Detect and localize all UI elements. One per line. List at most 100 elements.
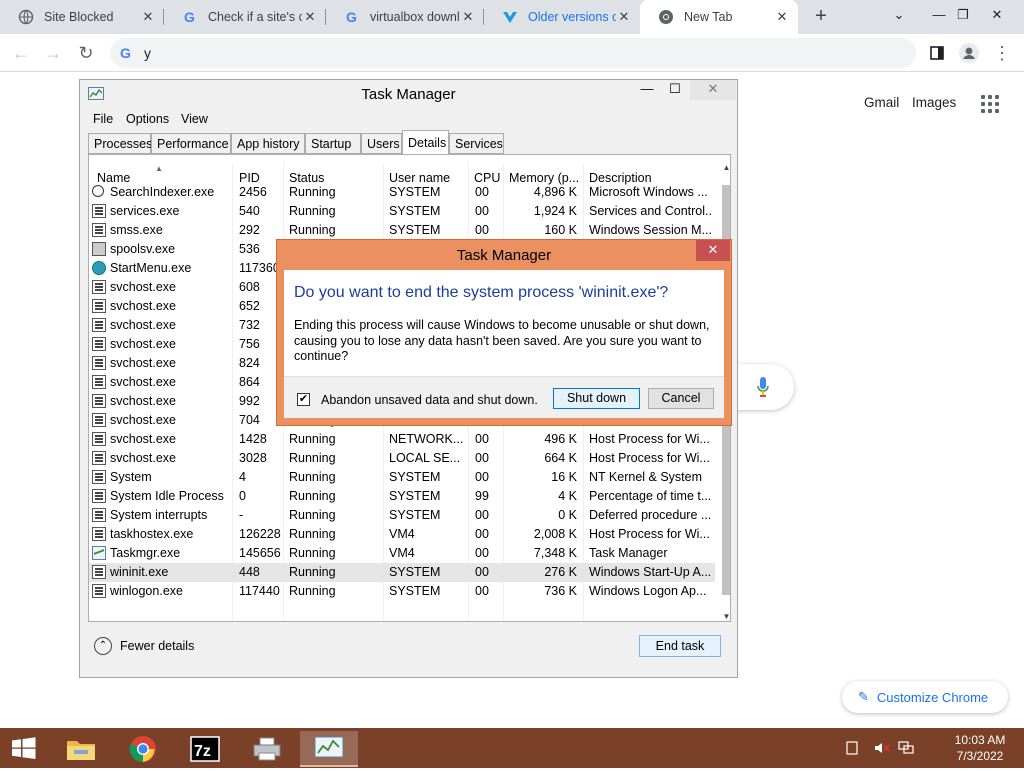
cell-name: svchost.exe — [110, 318, 177, 332]
close-icon[interactable]: ✕ — [696, 240, 730, 261]
system-clock[interactable]: 10:03 AM 7/3/2022 — [950, 732, 1010, 764]
tab-services[interactable]: Services — [449, 133, 504, 154]
cell-status: Running — [289, 451, 336, 465]
minimize-icon[interactable]: — — [635, 80, 659, 100]
address-bar[interactable]: G — [110, 38, 916, 68]
table-row[interactable]: smss.exe 292 Running SYSTEM 00 160 K Windows S… — [89, 221, 715, 240]
cell-mem: 4 K — [558, 489, 577, 503]
close-tab-icon[interactable]: ✕ — [302, 9, 318, 25]
browser-tab[interactable]: Site Blocked ✕ — [0, 0, 164, 34]
close-tab-icon[interactable]: ✕ — [140, 9, 156, 25]
fewer-details-button[interactable]: ⌃ Fewer details — [94, 637, 194, 655]
google-icon: G — [344, 9, 360, 25]
start-button[interactable] — [0, 728, 48, 768]
cell-name: svchost.exe — [110, 394, 177, 408]
svg-text:7z: 7z — [194, 743, 211, 760]
dialog-title: Task Manager — [456, 247, 552, 264]
menu-options[interactable]: Options — [126, 112, 169, 126]
menu-view[interactable]: View — [181, 112, 208, 126]
cancel-button[interactable]: Cancel — [648, 388, 714, 409]
tab-title: New Tab — [684, 10, 733, 24]
cell-status: Running — [289, 185, 336, 199]
chrome-icon[interactable] — [114, 731, 172, 767]
restore-icon[interactable]: ❐ — [946, 0, 980, 34]
back-icon[interactable]: ← — [10, 42, 32, 64]
tab-processes[interactable]: Processes — [88, 133, 152, 154]
cell-name: spoolsv.exe — [110, 242, 176, 256]
table-row[interactable]: System interrupts - Running SYSTEM 00 0 K Defe… — [89, 506, 715, 525]
process-icon — [92, 299, 106, 313]
tab-performance[interactable]: Performance — [151, 133, 231, 154]
end-task-button[interactable]: End task — [639, 635, 721, 657]
menu-file[interactable]: File — [93, 112, 113, 126]
customize-label: Customize Chrome — [876, 689, 989, 705]
cell-desc: Windows Logon Ap... — [589, 584, 707, 598]
close-tab-icon[interactable]: ✕ — [774, 9, 790, 25]
printer-icon[interactable] — [238, 731, 296, 767]
7zip-icon[interactable]: 7z — [176, 731, 234, 767]
shut-down-button[interactable]: Shut down — [553, 388, 640, 409]
abandon-data-checkbox[interactable]: ✔ — [297, 393, 310, 406]
process-icon — [92, 451, 106, 465]
close-tab-icon[interactable]: ✕ — [460, 9, 476, 25]
file-explorer-icon[interactable] — [52, 731, 110, 767]
dialog-titlebar[interactable]: Task Manager ✕ — [277, 240, 731, 270]
task-manager-icon[interactable] — [300, 731, 358, 767]
process-icon — [92, 318, 106, 332]
speaker-muted-icon[interactable] — [872, 728, 892, 768]
browser-tab[interactable]: Older versions of ✕ — [484, 0, 640, 34]
table-row[interactable]: System Idle Process 0 Running SYSTEM 99 4 K Pe… — [89, 487, 715, 506]
images-link[interactable]: Images — [912, 95, 956, 110]
table-row[interactable]: winlogon.exe 117440 Running SYSTEM 00 736 K Wi… — [89, 582, 715, 601]
cell-user: VM4 — [389, 527, 415, 541]
close-icon[interactable]: ✕ — [690, 80, 736, 100]
google-apps-icon[interactable] — [981, 95, 999, 113]
scroll-up-icon[interactable]: ▲ — [722, 163, 730, 172]
cell-cpu: 00 — [475, 204, 489, 218]
tab-details[interactable]: Details — [402, 130, 449, 155]
browser-tab[interactable]: G virtualbox downlo ✕ — [326, 0, 484, 34]
address-input[interactable] — [142, 43, 842, 63]
gmail-link[interactable]: Gmail — [864, 95, 899, 110]
table-row[interactable]: SearchIndexer.exe 2456 Running SYSTEM 00 4,89… — [89, 183, 715, 202]
table-row[interactable]: wininit.exe 448 Running SYSTEM 00 276 K Window… — [89, 563, 715, 582]
table-row[interactable]: taskhostex.exe 126228 Running VM4 00 2,008 K H… — [89, 525, 715, 544]
taskbar: 7z 10:03 AM 7/3/2022 — [0, 728, 1024, 768]
cell-name: services.exe — [110, 204, 180, 218]
table-row[interactable]: services.exe 540 Running SYSTEM 00 1,924 K Ser… — [89, 202, 715, 221]
browser-tab[interactable]: G Check if a site's co ✕ — [164, 0, 326, 34]
customize-chrome-button[interactable]: ✎ Customize Chrome — [842, 681, 1008, 713]
forward-icon[interactable]: → — [42, 42, 64, 64]
cell-status: Running — [289, 204, 336, 218]
table-row[interactable]: svchost.exe 1428 Running NETWORK... 00 496 K H… — [89, 430, 715, 449]
scroll-down-icon[interactable]: ▼ — [722, 612, 730, 621]
profile-avatar-icon[interactable] — [958, 42, 980, 64]
checkbox-label[interactable]: Abandon unsaved data and shut down. — [321, 393, 538, 407]
notification-icon[interactable] — [842, 728, 862, 768]
side-panel-icon[interactable] — [926, 42, 948, 64]
cell-user: SYSTEM — [389, 185, 441, 199]
cell-mem: 0 K — [558, 508, 577, 522]
close-tab-icon[interactable]: ✕ — [616, 9, 632, 25]
more-menu-icon[interactable]: ⋮ — [991, 42, 1013, 64]
cell-name: svchost.exe — [110, 356, 177, 370]
browser-tab-active[interactable]: New Tab ✕ — [640, 0, 798, 34]
microphone-icon[interactable] — [757, 376, 769, 398]
table-row[interactable]: System 4 Running SYSTEM 00 16 K NT Kernel & Sy… — [89, 468, 715, 487]
cell-name: svchost.exe — [110, 413, 177, 427]
new-tab-button[interactable]: + — [810, 6, 832, 28]
table-row[interactable]: svchost.exe 3028 Running LOCAL SE... 00 664 K… — [89, 449, 715, 468]
tab-search-icon[interactable]: ⌄ — [882, 0, 916, 34]
tab-users[interactable]: Users — [361, 133, 402, 154]
table-row[interactable]: Taskmgr.exe 145656 Running VM4 00 7,348 K Task… — [89, 544, 715, 563]
network-icon[interactable] — [896, 728, 916, 768]
browser-toolbar: ← → ↻ G ⋮ — [0, 34, 1024, 72]
close-window-icon[interactable]: ✕ — [980, 0, 1014, 34]
reload-icon[interactable]: ↻ — [75, 42, 97, 64]
tab-startup[interactable]: Startup — [305, 133, 361, 154]
task-manager-titlebar[interactable]: Task Manager — ☐ ✕ — [80, 80, 737, 108]
printer-icon — [92, 242, 106, 256]
pencil-icon: ✎ — [858, 689, 869, 704]
tab-app-history[interactable]: App history — [231, 133, 305, 154]
maximize-icon[interactable]: ☐ — [663, 80, 687, 100]
